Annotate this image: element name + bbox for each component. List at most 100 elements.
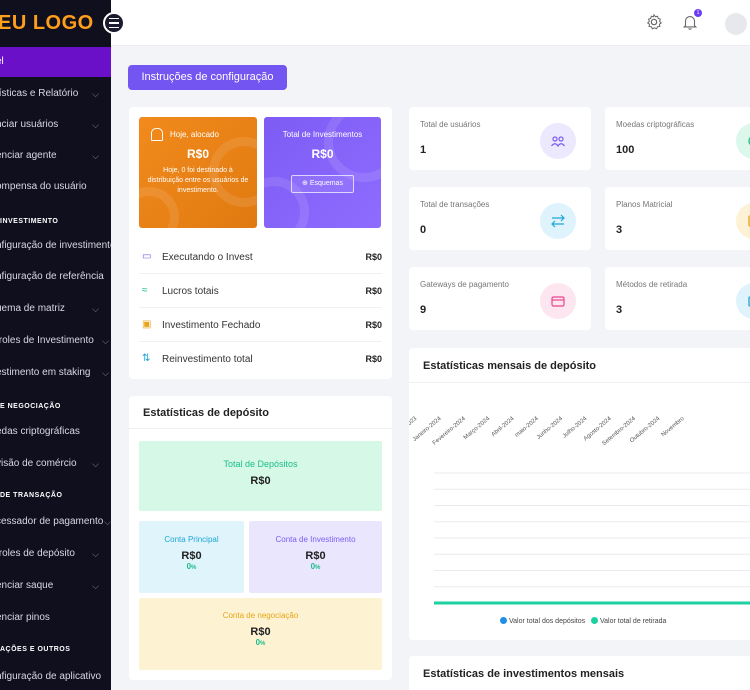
divider bbox=[129, 428, 392, 429]
plan-icon bbox=[736, 203, 750, 239]
stat-value: 1 bbox=[420, 144, 427, 156]
allocated-today-tile: Hoje, alocado R$0 Hoje, 0 foi destinado … bbox=[139, 117, 257, 228]
row-label: Executando o Invest bbox=[162, 252, 253, 263]
sidebar-item-label: ompensa do usuário bbox=[0, 181, 87, 192]
trading-account-percent: 0% bbox=[255, 638, 266, 647]
sidebar-item-config-investimento[interactable]: nfiguração de investimento bbox=[0, 231, 111, 261]
sidebar-item-painel[interactable]: el bbox=[0, 47, 111, 77]
x-tick-label: Março-2024 bbox=[463, 416, 492, 442]
legend-withdraw-label[interactable]: Valor total de retirada bbox=[600, 618, 666, 625]
chart-legend: Valor total dos depósitos Valor total de… bbox=[500, 617, 666, 625]
main-account-percent: 0% bbox=[186, 562, 197, 571]
stat-value: 100 bbox=[616, 144, 635, 156]
sidebar-item-label: enciar pinos bbox=[0, 612, 50, 623]
chevron-down-icon: ⌵ bbox=[92, 549, 99, 559]
stat-value: 3 bbox=[616, 304, 623, 316]
stat-card-matrix-plans[interactable]: Planos Matricial 3 bbox=[605, 187, 750, 250]
sidebar-item-label: nfiguração de referência bbox=[0, 271, 104, 282]
legend-dot-deposit bbox=[500, 617, 507, 624]
setup-instructions-button[interactable]: Instruções de configuração bbox=[128, 65, 287, 90]
users-icon bbox=[540, 123, 576, 159]
notification-badge: 1 bbox=[694, 9, 702, 17]
main-account-value: R$0 bbox=[181, 550, 202, 562]
legend-deposit-label[interactable]: Valor total dos depósitos bbox=[509, 618, 585, 625]
sidebar-item-label: visão de comércio bbox=[0, 458, 77, 469]
investment-account-percent: 0% bbox=[310, 562, 321, 571]
sidebar-item-label: estimento em staking bbox=[0, 367, 91, 378]
sidebar-item-pinos[interactable]: enciar pinos bbox=[0, 603, 111, 633]
investment-row-reinvest: ⇅ Reinvestimento total R$0 bbox=[139, 342, 382, 376]
deposit-stats-title: Estatísticas de depósito bbox=[143, 407, 269, 419]
trend-icon: ≈ bbox=[142, 285, 148, 296]
schemes-button[interactable]: ⊕ Esquemas bbox=[291, 175, 354, 193]
investment-row-closed: ▣ Investimento Fechado R$0 bbox=[139, 308, 382, 342]
deposit-line-chart: -2023Janeiro-2024Fevereiro-2024Março-202… bbox=[409, 416, 750, 605]
x-tick-label: Junho-2024 bbox=[536, 416, 565, 441]
stat-card-transactions[interactable]: Total de transações 0 bbox=[409, 187, 591, 250]
stat-card-users[interactable]: Total de usuários 1 bbox=[409, 107, 591, 170]
avatar[interactable] bbox=[725, 13, 747, 35]
sidebar-item-processador[interactable]: cessador de pagamento ⌵ bbox=[0, 507, 111, 537]
investment-row-profits: ≈ Lucros totais R$0 bbox=[139, 274, 382, 308]
chevron-down-icon: ⌵ bbox=[92, 459, 99, 469]
sidebar-item-recompensa[interactable]: ompensa do usuário bbox=[0, 172, 111, 202]
sidebar-item-estatisticas[interactable]: tísticas e Relatório ⌵ bbox=[0, 79, 111, 109]
row-label: Lucros totais bbox=[162, 286, 219, 297]
total-investments-title: Total de Investimentos bbox=[282, 130, 363, 139]
menu-toggle-button[interactable] bbox=[103, 12, 125, 34]
allocated-description: Hoje, 0 foi destinado à distribuição ent… bbox=[147, 167, 249, 194]
trading-account-label: Conta de negociação bbox=[222, 611, 299, 620]
stat-label: Métodos de retirada bbox=[616, 280, 688, 289]
sidebar-item-comercio[interactable]: visão de comércio ⌵ bbox=[0, 449, 111, 479]
allocated-title: Hoje, alocado bbox=[170, 130, 219, 139]
sidebar-item-label: edas criptográficas bbox=[0, 426, 80, 437]
sidebar-item-config-aplicativo[interactable]: nfiguração de aplicativo bbox=[0, 662, 111, 690]
stat-value: 3 bbox=[616, 224, 623, 236]
trading-account-box: Conta de negociação R$0 0% bbox=[139, 598, 382, 670]
sidebar-item-label: enciar saque bbox=[0, 580, 54, 591]
total-deposits-label: Total de Depósitos bbox=[223, 459, 298, 469]
investment-account-label: Conta de Investimento bbox=[275, 535, 356, 544]
gear-icon[interactable] bbox=[645, 13, 663, 31]
row-value: R$0 bbox=[365, 252, 382, 262]
chevron-down-icon: ⌵ bbox=[102, 368, 109, 378]
sidebar-item-label: tísticas e Relatório bbox=[0, 88, 79, 99]
sidebar-item-usuarios[interactable]: nciar usuários ⌵ bbox=[0, 110, 111, 140]
stat-card-crypto[interactable]: Moedas criptográficas 100 bbox=[605, 107, 750, 170]
sidebar-item-esquema-matriz[interactable]: uema de matriz ⌵ bbox=[0, 294, 111, 324]
sidebar-item-label: enciar agente bbox=[0, 150, 57, 161]
legend-dot-withdraw bbox=[590, 617, 598, 624]
wallet-icon: ▭ bbox=[142, 251, 152, 262]
sidebar-item-moedas[interactable]: edas criptográficas bbox=[0, 417, 111, 447]
coin-icon bbox=[736, 123, 750, 159]
sidebar-item-saque[interactable]: enciar saque ⌵ bbox=[0, 571, 111, 601]
sidebar-item-deposito[interactable]: troles de depósito ⌵ bbox=[0, 539, 111, 569]
investment-account-box: Conta de Investimento R$0 0% bbox=[249, 521, 382, 593]
allocated-value: R$0 bbox=[186, 147, 209, 161]
sidebar-item-agente[interactable]: enciar agente ⌵ bbox=[0, 141, 111, 171]
total-deposits-box: Total de Depósitos R$0 bbox=[139, 441, 382, 511]
total-investments-value: R$0 bbox=[311, 147, 334, 161]
sidebar-item-controles-investimento[interactable]: troles de Investimento ⌵ bbox=[0, 326, 111, 356]
sidebar-item-config-referencia[interactable]: nfiguração de referência bbox=[0, 262, 111, 292]
section-title-outros: AÇÕES E OUTROS bbox=[0, 646, 71, 653]
x-tick-label: Abril-2024 bbox=[491, 416, 516, 439]
main-account-label: Conta Principal bbox=[164, 535, 219, 544]
chevron-down-icon: ⌵ bbox=[92, 581, 99, 591]
transfer-icon bbox=[540, 203, 576, 239]
arrow-circle-icon: ⊕ bbox=[302, 180, 308, 187]
sidebar-item-label: el bbox=[0, 56, 4, 67]
stat-label: Total de usuários bbox=[420, 120, 481, 129]
sidebar-item-staking[interactable]: estimento em staking ⌵ bbox=[0, 358, 111, 388]
row-label: Investimento Fechado bbox=[162, 320, 261, 331]
sidebar-item-label: troles de depósito bbox=[0, 548, 75, 559]
stat-card-gateways[interactable]: Gateways de pagamento 9 bbox=[409, 267, 591, 330]
chevron-down-icon: ⌵ bbox=[92, 151, 99, 161]
logo[interactable]: EU LOGO bbox=[0, 12, 94, 35]
reinvest-icon: ⇅ bbox=[142, 353, 151, 364]
row-value: R$0 bbox=[365, 286, 382, 296]
x-tick-label: -2023 bbox=[409, 416, 419, 431]
stat-card-withdraw-methods[interactable]: Métodos de retirada 3 bbox=[605, 267, 750, 330]
section-title-investimento: INVESTIMENTO bbox=[0, 218, 59, 225]
monthly-investments-title: Estatísticas de investimentos mensais bbox=[423, 668, 625, 680]
